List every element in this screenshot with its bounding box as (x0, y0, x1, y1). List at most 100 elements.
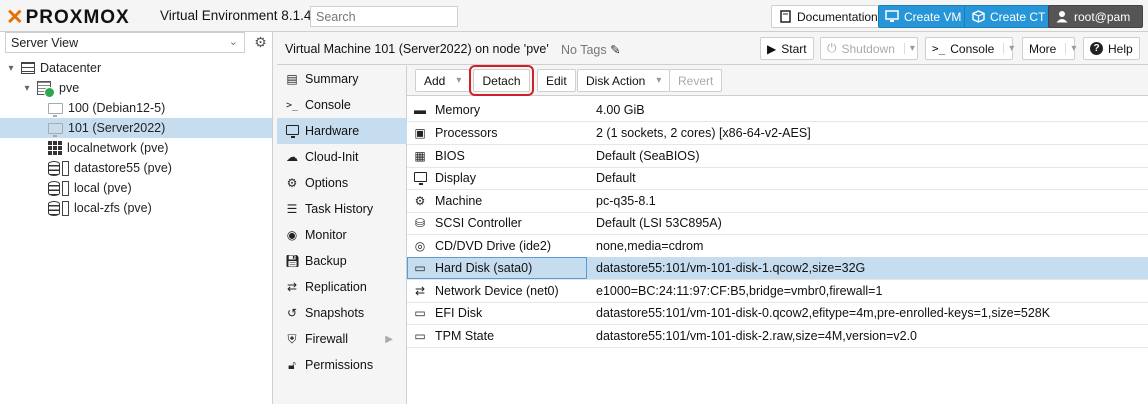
chevron-right-icon: ▶ (385, 333, 393, 345)
hardware-row-bios[interactable]: ▦ BIOS Default (SeaBIOS) (407, 145, 1148, 168)
network-grid-icon (48, 141, 62, 155)
hardware-row-display[interactable]: Display Default (407, 167, 1148, 190)
menu-item-task-history[interactable]: ☰ Task History (277, 196, 407, 222)
cogs-icon: ⚙ (414, 194, 426, 208)
vm-icon (48, 102, 63, 117)
menu-item-replication[interactable]: ⇄ Replication (277, 274, 407, 300)
chevron-down-icon: ▾ (456, 75, 462, 86)
hardware-value: Default (LSI 53C895A) (596, 216, 722, 230)
hardware-value: datastore55:101/vm-101-disk-2.raw,size=4… (596, 329, 917, 343)
hardware-value: pc-q35-8.1 (596, 194, 656, 208)
tree-item-label: 101 (Server2022) (68, 121, 166, 135)
server-icon (37, 81, 55, 98)
hardware-value: datastore55:101/vm-101-disk-0.qcow2,efit… (596, 306, 1051, 320)
menu-item-hardware[interactable]: Hardware (277, 118, 407, 144)
shutdown-button[interactable]: ⏻ Shutdown ▾ (820, 37, 918, 60)
storage-box-icon (62, 160, 69, 176)
menu-item-backup[interactable]: 💾︎ Backup (277, 248, 407, 274)
menu-item-options[interactable]: ⚙ Options (277, 170, 407, 196)
tree-item-label: local (pve) (74, 181, 132, 195)
chevron-down-icon: ▾ (656, 75, 662, 86)
help-button[interactable]: ? Help (1083, 37, 1140, 60)
hardware-value: Default (596, 171, 636, 185)
tree-item-local[interactable]: local (pve) (48, 178, 132, 198)
documentation-button[interactable]: Documentation (771, 5, 885, 28)
more-button[interactable]: More ▾ (1022, 37, 1076, 60)
menu-item-label: Permissions (305, 358, 374, 372)
user-menu-button[interactable]: root@pam (1048, 5, 1143, 28)
hardware-key: Memory (435, 103, 481, 117)
tree-item-pve[interactable]: ▾ pve (22, 78, 79, 98)
create-ct-button[interactable]: Create CT (964, 5, 1053, 28)
menu-item-label: Firewall (305, 332, 349, 346)
menu-item-label: Task History (305, 202, 374, 216)
edit-button[interactable]: Edit (537, 69, 576, 92)
hardware-key: TPM State (435, 329, 495, 343)
console-button[interactable]: >_ Console ▾ (925, 37, 1014, 60)
search-input[interactable] (310, 6, 458, 27)
cube-icon (971, 10, 985, 24)
server-view-select[interactable]: Server View ⌄ (5, 32, 245, 53)
hardware-row-network-device[interactable]: ⇄ Network Device (net0) e1000=BC:24:11:9… (407, 280, 1148, 303)
collapse-toggle-icon[interactable]: ▾ (22, 83, 32, 94)
detach-label: Detach (482, 73, 521, 88)
disk-action-button[interactable]: Disk Action ▾ (577, 69, 671, 92)
documentation-label: Documentation (797, 9, 878, 24)
hardware-row-processors[interactable]: ▣ Processors 2 (1 sockets, 2 cores) [x86… (407, 122, 1148, 145)
revert-label: Revert (678, 73, 714, 88)
database-icon: ⛁ (414, 216, 426, 230)
hardware-row-machine[interactable]: ⚙ Machine pc-q35-8.1 (407, 190, 1148, 213)
menu-item-cloud-init[interactable]: ☁ Cloud-Init (277, 144, 407, 170)
detach-button[interactable]: Detach (469, 65, 534, 96)
menu-item-monitor[interactable]: ◉ Monitor (277, 222, 407, 248)
menu-item-console[interactable]: >_ Console (277, 92, 407, 118)
summary-icon: ▤ (286, 72, 298, 86)
hardware-toolbar: Add ▾ Detach Edit Disk Action ▾ Revert (407, 65, 1148, 96)
storage-icon (48, 160, 60, 176)
menu-item-permissions[interactable]: 🔓︎ Permissions (277, 352, 407, 378)
revert-button[interactable]: Revert (669, 69, 723, 92)
chevron-down-icon: ⌄ (228, 36, 238, 48)
tree-item-local-zfs[interactable]: local-zfs (pve) (48, 198, 152, 218)
hardware-row-efi-disk[interactable]: ▭ EFI Disk datastore55:101/vm-101-disk-0… (407, 302, 1148, 325)
tree-item-label: pve (59, 81, 80, 95)
tree-item-datacenter[interactable]: ▾ Datacenter (6, 58, 101, 78)
vm-icon (48, 122, 63, 137)
menu-item-snapshots[interactable]: ↺ Snapshots (277, 300, 407, 326)
tree-item-label: datastore55 (pve) (74, 161, 172, 175)
question-icon: ? (1090, 42, 1103, 55)
unlock-icon: 🔓︎ (288, 357, 296, 372)
chevron-down-icon[interactable]: ▾ (903, 43, 915, 54)
vm-header-bar: Virtual Machine 101 (Server2022) on node… (277, 32, 1148, 65)
tree-item-datastore55[interactable]: datastore55 (pve) (48, 158, 172, 178)
tree-item-label: localnetwork (pve) (67, 141, 169, 155)
create-vm-button[interactable]: Create VM (878, 5, 969, 28)
tree-settings-gear-icon[interactable]: ⚙ (252, 34, 269, 51)
add-button[interactable]: Add ▾ (415, 69, 471, 92)
exchange-icon: ⇄ (414, 284, 426, 298)
tree-item-vm-100[interactable]: 100 (Debian12-5) (48, 98, 165, 118)
hardware-row-tpm-state[interactable]: ▭ TPM State datastore55:101/vm-101-disk-… (407, 325, 1148, 348)
hardware-row-scsi-controller[interactable]: ⛁ SCSI Controller Default (LSI 53C895A) (407, 212, 1148, 235)
collapse-toggle-icon[interactable]: ▾ (6, 63, 16, 74)
hardware-row-cdrom[interactable]: ◎ CD/DVD Drive (ide2) none,media=cdrom (407, 235, 1148, 258)
menu-item-summary[interactable]: ▤ Summary (277, 66, 407, 92)
menu-item-label: Monitor (305, 228, 347, 242)
start-button[interactable]: ▶ Start (760, 37, 814, 60)
menu-item-label: Options (305, 176, 349, 190)
hardware-key: EFI Disk (435, 306, 483, 320)
retweet-icon: ⇄ (286, 280, 298, 294)
chevron-down-icon[interactable]: ▾ (1003, 43, 1014, 54)
tree-item-vm-101[interactable]: 101 (Server2022) (0, 118, 272, 138)
floppy-icon: 💾︎ (285, 254, 301, 268)
shield-icon: ⛨ (287, 331, 297, 346)
hardware-row-hard-disk-sata0[interactable]: ▭ Hard Disk (sata0) datastore55:101/vm-1… (407, 257, 1148, 280)
pencil-icon[interactable]: ✎ (610, 43, 620, 57)
hardware-row-memory[interactable]: ▬ Memory 4.00 GiB (407, 99, 1148, 122)
tree-item-localnetwork[interactable]: localnetwork (pve) (48, 138, 168, 158)
menu-item-label: Console (305, 98, 351, 112)
menu-item-firewall[interactable]: ⛨ Firewall ▶ (277, 326, 407, 352)
tags-area[interactable]: No Tags ✎ (561, 42, 621, 57)
menu-item-label: Snapshots (305, 306, 365, 320)
hardware-key: BIOS (435, 149, 465, 163)
